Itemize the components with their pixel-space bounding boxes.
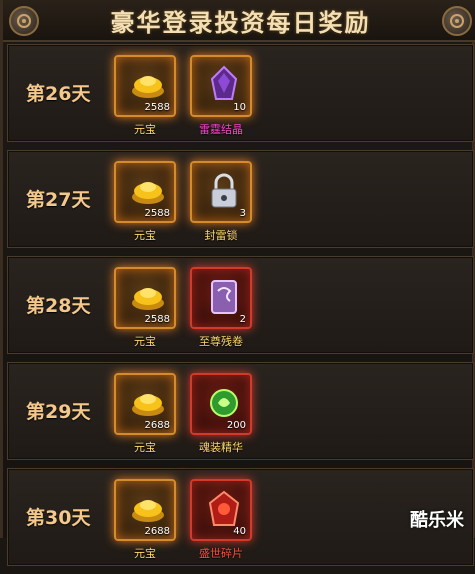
gold-ingot-icon bbox=[132, 394, 164, 416]
item-name: 魂装精华 bbox=[199, 441, 243, 454]
reward-row-day-27: 第27天 2588 元宝 3 封雷锁 bbox=[7, 150, 474, 248]
item-name: 雷霆结晶 bbox=[199, 123, 243, 136]
reward-list: 第26天 2588 元宝 10 雷霆结晶 第27天 2588 元宝 3 封雷锁 … bbox=[7, 44, 474, 574]
item-name: 元宝 bbox=[134, 229, 156, 242]
reward-slot-gold[interactable]: 2588 bbox=[114, 161, 176, 223]
reward-slot-gold[interactable]: 2588 bbox=[114, 55, 176, 117]
day-label: 第29天 bbox=[26, 401, 91, 423]
lock-icon bbox=[211, 173, 237, 208]
reward-panel: 豪华登录投资每日奖励 第26天 2588 元宝 10 雷霆结晶 第27天 258… bbox=[0, 0, 475, 566]
watermark: 酷乐米 bbox=[410, 510, 464, 531]
item-count: 2588 bbox=[144, 102, 170, 113]
day-label: 第30天 bbox=[26, 507, 91, 529]
reward-slot-item[interactable]: 2 bbox=[190, 267, 252, 329]
reward-slot-item[interactable]: 200 bbox=[190, 373, 252, 435]
green-orb-icon bbox=[210, 389, 238, 417]
page-title: 豪华登录投资每日奖励 bbox=[110, 7, 371, 37]
panel-header: 豪华登录投资每日奖励 bbox=[3, 0, 475, 42]
gold-ingot-icon bbox=[132, 500, 164, 522]
red-gem-icon bbox=[208, 490, 240, 526]
day-label: 第28天 bbox=[26, 295, 91, 317]
item-name: 盛世碎片 bbox=[199, 547, 243, 560]
reward-row-day-30: 第30天 2688 元宝 40 盛世碎片 bbox=[7, 468, 474, 566]
reward-row-day-29: 第29天 2688 元宝 200 魂装精华 bbox=[7, 362, 474, 460]
day-label: 第26天 bbox=[26, 83, 91, 105]
item-name: 元宝 bbox=[134, 441, 156, 454]
item-count: 2688 bbox=[144, 420, 170, 431]
day-label: 第27天 bbox=[26, 189, 91, 211]
reward-slot-item[interactable]: 10 bbox=[190, 55, 252, 117]
item-name: 封雷锁 bbox=[204, 229, 238, 242]
reward-slot-item[interactable]: 3 bbox=[190, 161, 252, 223]
item-name: 元宝 bbox=[134, 123, 156, 136]
purple-crystal-icon bbox=[210, 65, 238, 100]
item-count: 2588 bbox=[144, 314, 170, 325]
gold-ingot-icon bbox=[132, 76, 164, 98]
reward-row-day-26: 第26天 2588 元宝 10 雷霆结晶 bbox=[7, 44, 474, 142]
reward-slot-gold[interactable]: 2688 bbox=[114, 373, 176, 435]
item-name: 元宝 bbox=[134, 335, 156, 348]
item-count: 40 bbox=[233, 526, 246, 537]
gold-ingot-icon bbox=[132, 182, 164, 204]
item-name: 元宝 bbox=[134, 547, 156, 560]
reward-slot-gold[interactable]: 2588 bbox=[114, 267, 176, 329]
item-name: 至尊残卷 bbox=[199, 335, 243, 348]
gold-ingot-icon bbox=[132, 288, 164, 310]
reward-row-day-28: 第28天 2588 元宝 2 至尊残卷 bbox=[7, 256, 474, 354]
item-count: 200 bbox=[226, 420, 246, 431]
ornament-icon bbox=[9, 6, 39, 36]
ornament-icon bbox=[442, 6, 472, 36]
item-count: 2688 bbox=[144, 526, 170, 537]
scroll-icon bbox=[211, 280, 237, 314]
item-count: 2 bbox=[239, 314, 246, 325]
reward-slot-gold[interactable]: 2688 bbox=[114, 479, 176, 541]
reward-slot-item[interactable]: 40 bbox=[190, 479, 252, 541]
item-count: 10 bbox=[233, 102, 246, 113]
item-count: 2588 bbox=[144, 208, 170, 219]
item-count: 3 bbox=[239, 208, 246, 219]
